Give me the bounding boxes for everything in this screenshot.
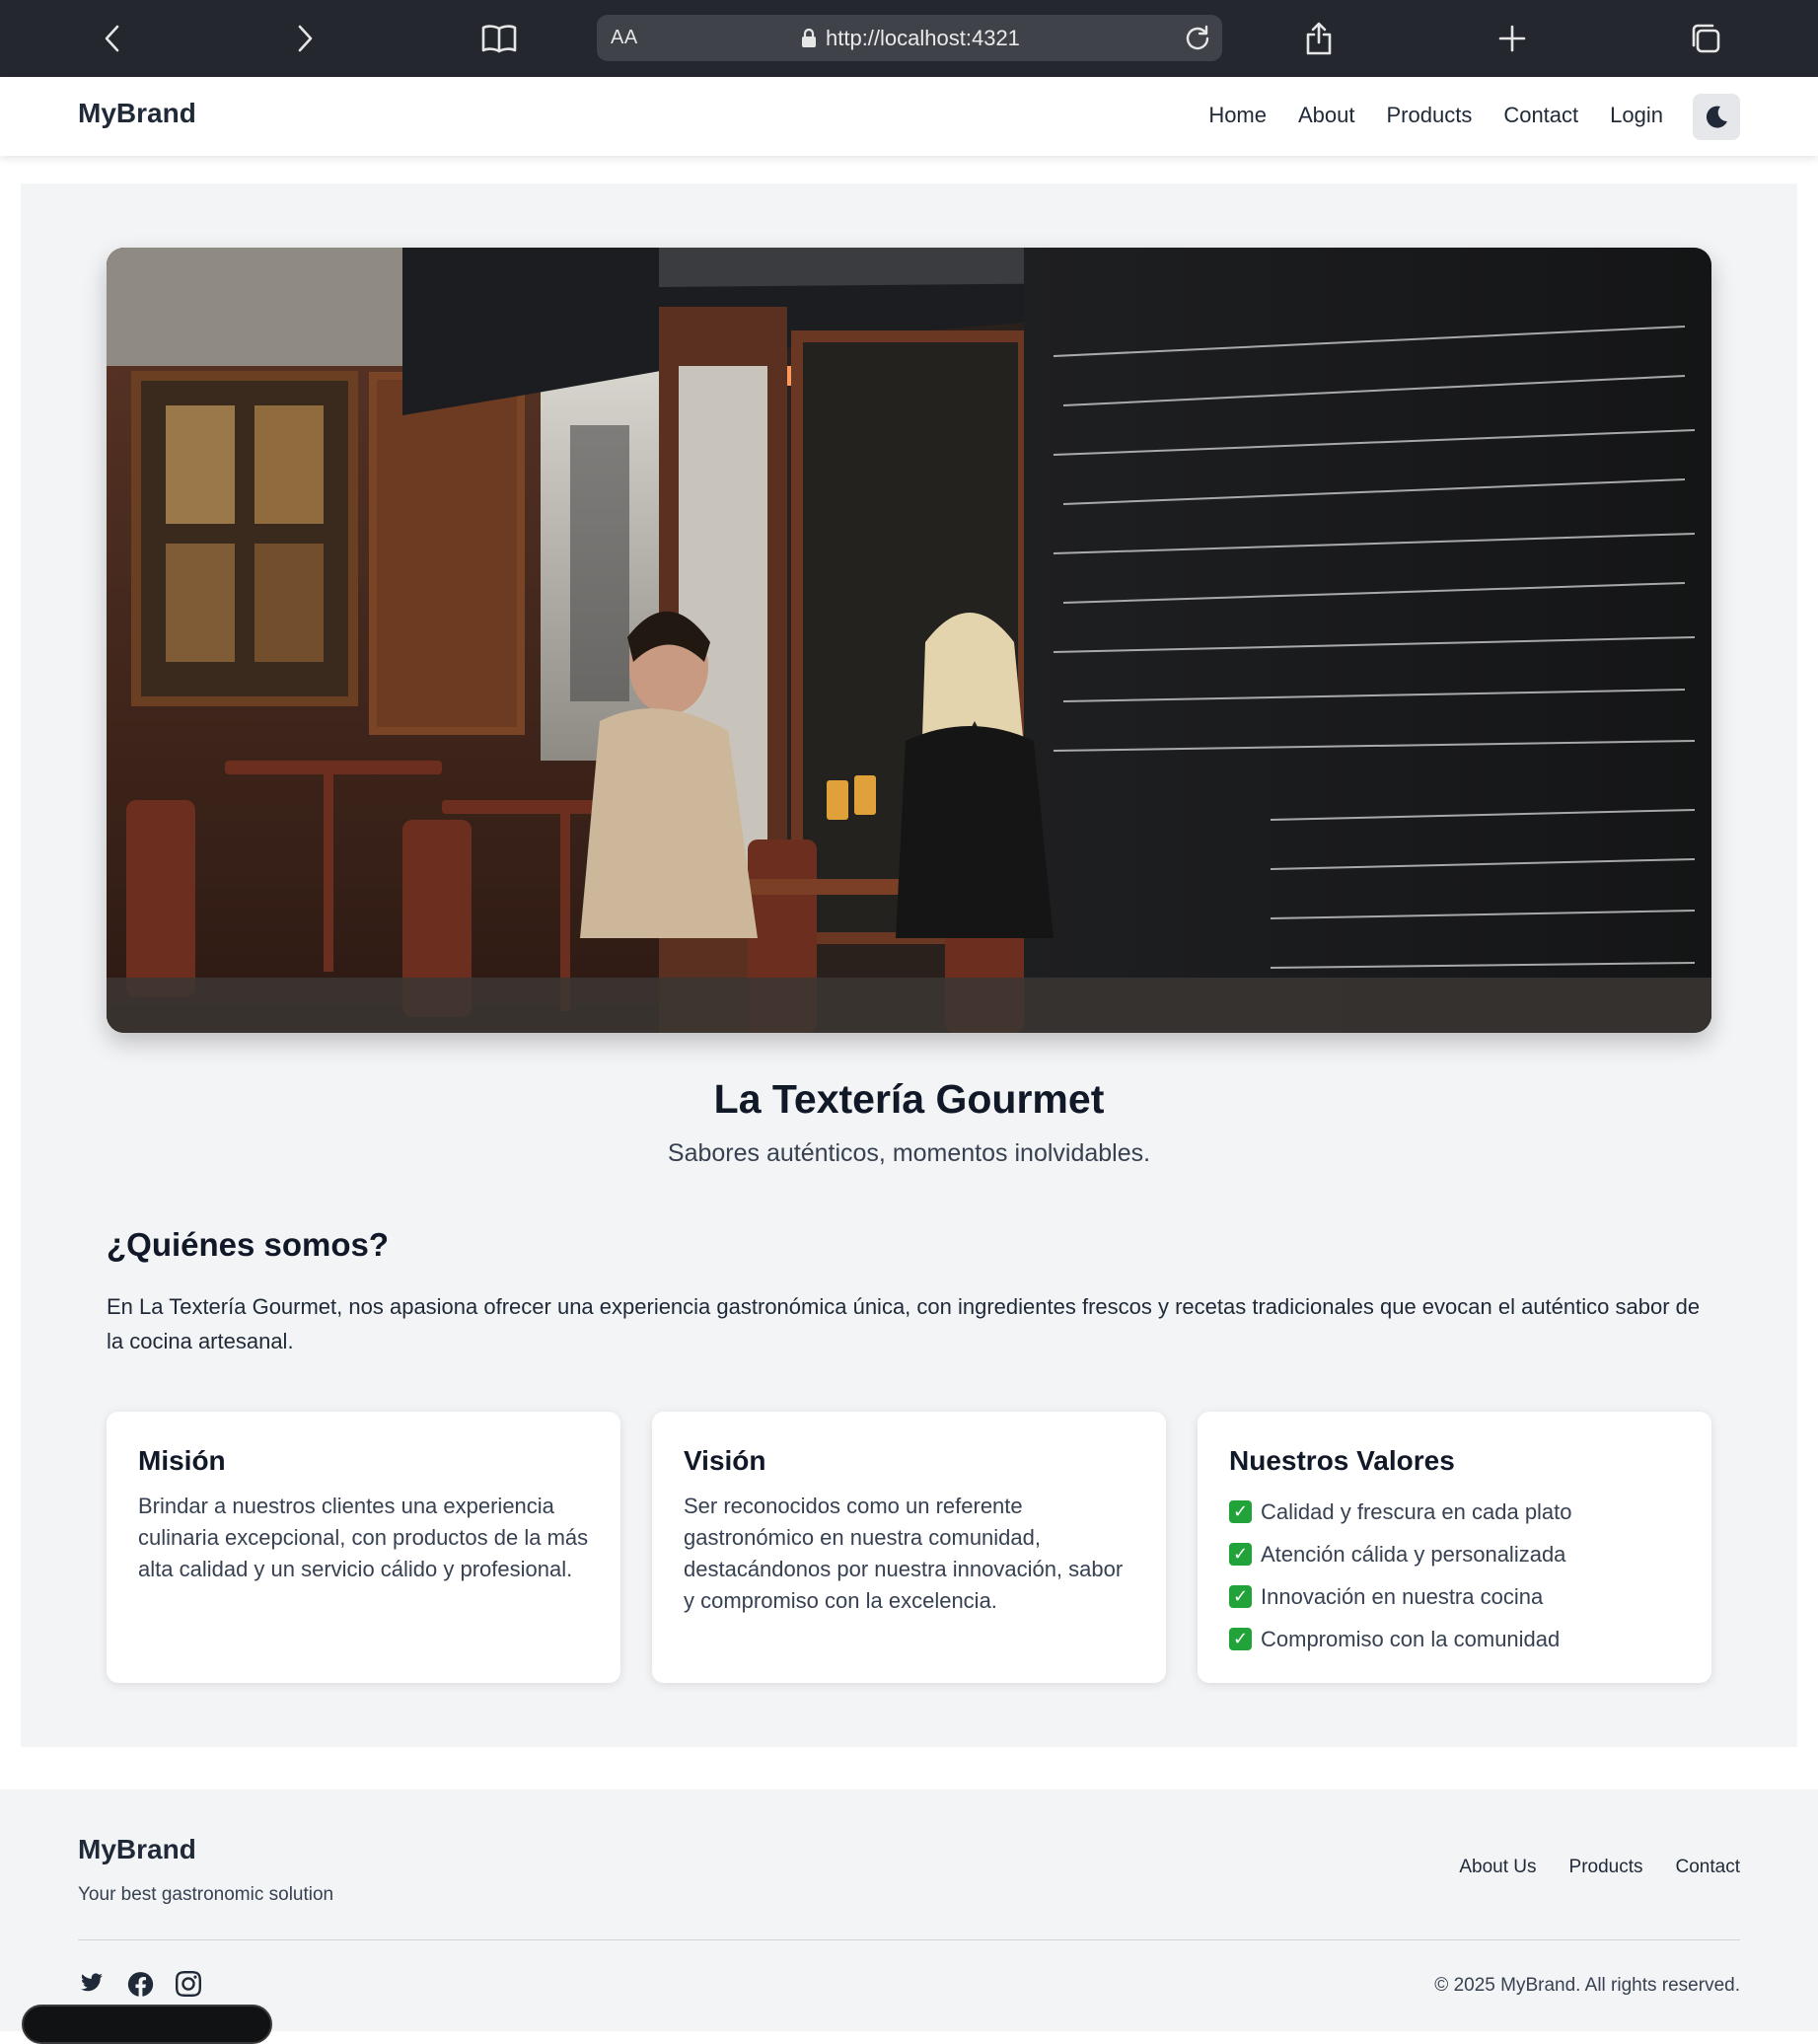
valor-label: Compromiso con la comunidad — [1261, 1627, 1561, 1651]
mision-card: Misión Brindar a nuestros clientes una e… — [107, 1412, 620, 1683]
valor-label: Atención cálida y personalizada — [1261, 1542, 1566, 1567]
dev-toolbar[interactable] — [22, 2005, 272, 2044]
checkmark-icon: ✓ — [1229, 1585, 1252, 1608]
list-item: ✓ Innovación en nuestra cocina — [1229, 1575, 1680, 1618]
nav-links: Home About Products Contact Login — [1208, 103, 1663, 128]
valores-title: Nuestros Valores — [1229, 1445, 1455, 1476]
footer-brand[interactable]: MyBrand — [78, 1834, 196, 1865]
instagram-icon[interactable] — [176, 1971, 201, 1997]
back-icon[interactable] — [91, 17, 134, 60]
reader-mode-button[interactable]: AA — [611, 27, 638, 49]
footer-link-contact[interactable]: Contact — [1676, 1857, 1740, 1878]
hero-image — [107, 248, 1711, 1033]
vision-card: Visión Ser reconocidos como un referente… — [652, 1412, 1166, 1683]
footer-tagline: Your best gastronomic solution — [78, 1884, 334, 1905]
nav-link-home[interactable]: Home — [1208, 103, 1267, 128]
site-footer: MyBrand Your best gastronomic solution A… — [0, 1789, 1818, 2031]
share-icon[interactable] — [1297, 17, 1341, 60]
forward-icon[interactable] — [283, 17, 327, 60]
dark-mode-toggle[interactable] — [1693, 94, 1740, 140]
nav-link-contact[interactable]: Contact — [1503, 103, 1578, 128]
valor-label: Innovación en nuestra cocina — [1261, 1584, 1544, 1609]
valor-label: Calidad y frescura en cada plato — [1261, 1499, 1572, 1524]
url-text: http://localhost:4321 — [826, 26, 1020, 50]
twitter-icon[interactable] — [78, 1971, 106, 1995]
moon-icon — [1706, 106, 1727, 128]
checkmark-icon: ✓ — [1229, 1543, 1252, 1566]
list-item: ✓ Atención cálida y personalizada — [1229, 1533, 1680, 1575]
site-navbar: MyBrand Home About Products Contact Logi… — [0, 77, 1818, 156]
footer-link-about-us[interactable]: About Us — [1459, 1857, 1536, 1878]
social-links — [78, 1971, 201, 1998]
list-item: ✓ Calidad y frescura en cada plato — [1229, 1491, 1680, 1533]
checkmark-icon: ✓ — [1229, 1500, 1252, 1523]
nav-link-about[interactable]: About — [1298, 103, 1355, 128]
mision-title: Misión — [138, 1445, 226, 1476]
new-tab-icon[interactable] — [1491, 17, 1534, 60]
footer-links: About Us Products Contact — [1459, 1857, 1740, 1878]
page-title: La Textería Gourmet — [713, 1076, 1105, 1122]
checkmark-icon: ✓ — [1229, 1628, 1252, 1650]
about-heading: ¿Quiénes somos? — [107, 1226, 390, 1263]
vision-title: Visión — [684, 1445, 766, 1476]
about-text: En La Textería Gourmet, nos apasiona ofr… — [107, 1294, 1701, 1353]
valores-card: Nuestros Valores ✓ Calidad y frescura en … — [1198, 1412, 1711, 1683]
lock-icon — [801, 28, 817, 53]
reload-icon[interactable] — [1181, 21, 1214, 54]
footer-link-products[interactable]: Products — [1569, 1857, 1643, 1878]
copyright-text: © 2025 MyBrand. All rights reserved. — [1434, 1975, 1740, 1996]
page-subtitle: Sabores auténticos, momentos inolvidable… — [667, 1139, 1151, 1167]
nav-link-products[interactable]: Products — [1387, 103, 1473, 128]
facebook-icon[interactable] — [127, 1971, 154, 1998]
address-bar[interactable]: AA http://localhost:4321 — [597, 15, 1222, 61]
about-section: La Textería Gourmet Sabores auténticos, … — [21, 183, 1797, 1747]
brand-logo[interactable]: MyBrand — [78, 98, 196, 129]
list-item: ✓ Compromiso con la comunidad — [1229, 1618, 1680, 1660]
footer-divider — [78, 1939, 1740, 1940]
bookmarks-icon[interactable] — [477, 17, 521, 60]
tabs-icon[interactable] — [1684, 17, 1727, 60]
restaurant-photo-icon — [107, 248, 1711, 1033]
mision-text: Brindar a nuestros clientes una experien… — [138, 1494, 589, 1581]
valores-list: ✓ Calidad y frescura en cada plato ✓ Atenc… — [1229, 1491, 1680, 1660]
vision-text: Ser reconocidos como un referente gastro… — [684, 1494, 1124, 1613]
browser-toolbar: AA http://localhost:4321 — [0, 0, 1818, 77]
nav-link-login[interactable]: Login — [1610, 103, 1663, 128]
